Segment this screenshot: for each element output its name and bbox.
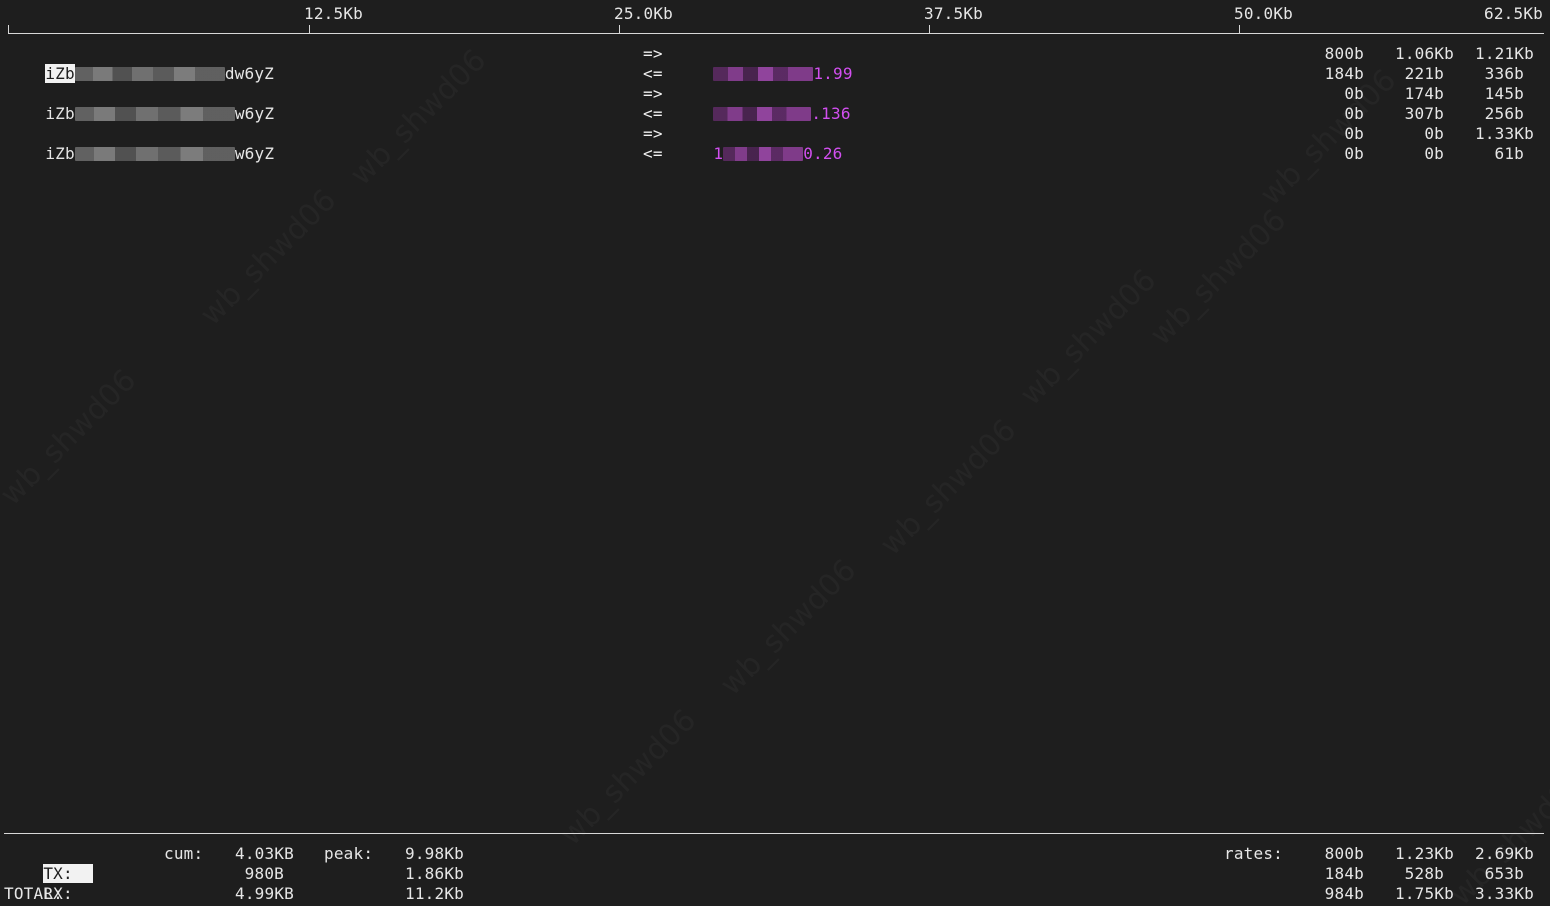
- tx-rate-10s: 1.06Kb: [1395, 44, 1454, 63]
- rx-peak-value: 1.86Kb: [405, 864, 464, 883]
- host-prefix: iZb: [45, 64, 75, 83]
- tx-arrow: =>: [643, 44, 663, 63]
- tx-arrow: =>: [643, 84, 663, 103]
- rx-arrow: <=: [643, 144, 663, 163]
- tx-rate-40s: 145b: [1484, 84, 1524, 103]
- total-label: TOTAL:: [4, 884, 63, 903]
- watermark: wb_shwd06: [194, 183, 344, 333]
- host-suffix: w6yZ: [234, 104, 275, 123]
- peak-label: peak:: [324, 844, 374, 863]
- redacted-hostname: [74, 107, 235, 121]
- watermark: wb_shwd06: [1014, 263, 1164, 413]
- total-rate-2s: 984b: [1324, 884, 1364, 903]
- watermark: wb_shwd06: [874, 413, 1024, 563]
- host-name: iZb w6yZ: [6, 124, 274, 184]
- host-prefix: iZb: [45, 104, 75, 123]
- tx-arrow: =>: [643, 124, 663, 143]
- watermark: wb_shwd06: [714, 553, 864, 703]
- peer-suffix: 0.26: [803, 144, 843, 163]
- rx-rate-40s: 61b: [1494, 144, 1524, 163]
- total-rate-40s: 3.33Kb: [1475, 884, 1534, 903]
- total-peak-value: 11.2Kb: [405, 884, 464, 903]
- total-cum-value: 4.99KB: [235, 884, 294, 903]
- peer-suffix: 1.99: [813, 64, 853, 83]
- scale-tick: [619, 25, 620, 34]
- watermark: wb_shwd06: [344, 43, 494, 193]
- total-rate-10s: 1.75Kb: [1395, 884, 1454, 903]
- rates-label: rates:: [1224, 844, 1283, 863]
- rx-rate-40s: 336b: [1484, 64, 1524, 83]
- tx-total-rate-40s: 2.69Kb: [1475, 844, 1534, 863]
- rx-total-rate-40s: 653b: [1484, 864, 1524, 883]
- rx-total-rate-10s: 528b: [1404, 864, 1444, 883]
- peer-suffix: .136: [811, 104, 851, 123]
- footer-separator: [4, 833, 1544, 834]
- tx-total-rate-2s: 800b: [1324, 844, 1364, 863]
- rx-arrow: <=: [643, 104, 663, 123]
- scale-label: 25.0Kb: [614, 4, 673, 23]
- tx-rate-2s: 0b: [1344, 124, 1364, 143]
- rx-cum-value: 980B: [244, 864, 284, 883]
- tx-cum-value: 4.03KB: [235, 844, 294, 863]
- rx-rate-2s: 0b: [1344, 144, 1364, 163]
- scale-axis-line: [8, 33, 1544, 34]
- tx-rate-10s: 0b: [1424, 124, 1444, 143]
- redacted-hostname: [74, 147, 235, 161]
- watermark: wb_shwd06: [1144, 203, 1294, 353]
- tx-rate-10s: 174b: [1404, 84, 1444, 103]
- redacted-address: [713, 67, 814, 81]
- rx-arrow: <=: [643, 64, 663, 83]
- rx-rate-10s: 221b: [1404, 64, 1444, 83]
- scale-label: 62.5Kb: [1484, 4, 1543, 23]
- rx-total-rate-2s: 184b: [1324, 864, 1364, 883]
- rx-rate-2s: 184b: [1324, 64, 1364, 83]
- tx-rate-2s: 800b: [1324, 44, 1364, 63]
- scale-tick: [8, 25, 9, 34]
- redacted-hostname: [74, 67, 225, 81]
- rx-rate-10s: 307b: [1404, 104, 1444, 123]
- host-suffix: w6yZ: [234, 144, 275, 163]
- scale-label: 37.5Kb: [924, 4, 983, 23]
- redacted-address: [713, 107, 812, 121]
- tx-rate-40s: 1.21Kb: [1475, 44, 1534, 63]
- scale-label: 12.5Kb: [304, 4, 363, 23]
- redacted-address: [723, 147, 804, 161]
- peer-address: 1 0.26: [674, 124, 843, 184]
- rx-rate-10s: 0b: [1424, 144, 1444, 163]
- host-suffix: dw6yZ: [224, 64, 275, 83]
- watermark: wb_shwd06: [554, 703, 704, 853]
- watermark: wb_shwd06: [0, 363, 143, 513]
- cursor-block: [72, 864, 93, 883]
- rx-rate-40s: 256b: [1484, 104, 1524, 123]
- tx-rate-2s: 0b: [1344, 84, 1364, 103]
- rx-rate-2s: 0b: [1344, 104, 1364, 123]
- tx-total-rate-10s: 1.23Kb: [1395, 844, 1454, 863]
- cum-label: cum:: [164, 844, 204, 863]
- tx-rate-40s: 1.33Kb: [1475, 124, 1534, 143]
- peer-prefix: 1: [713, 144, 724, 163]
- scale-tick: [309, 25, 310, 34]
- scale-label: 50.0Kb: [1234, 4, 1293, 23]
- host-prefix: iZb: [45, 144, 75, 163]
- scale-tick: [1239, 25, 1240, 34]
- scale-tick: [929, 25, 930, 34]
- tx-peak-value: 9.98Kb: [405, 844, 464, 863]
